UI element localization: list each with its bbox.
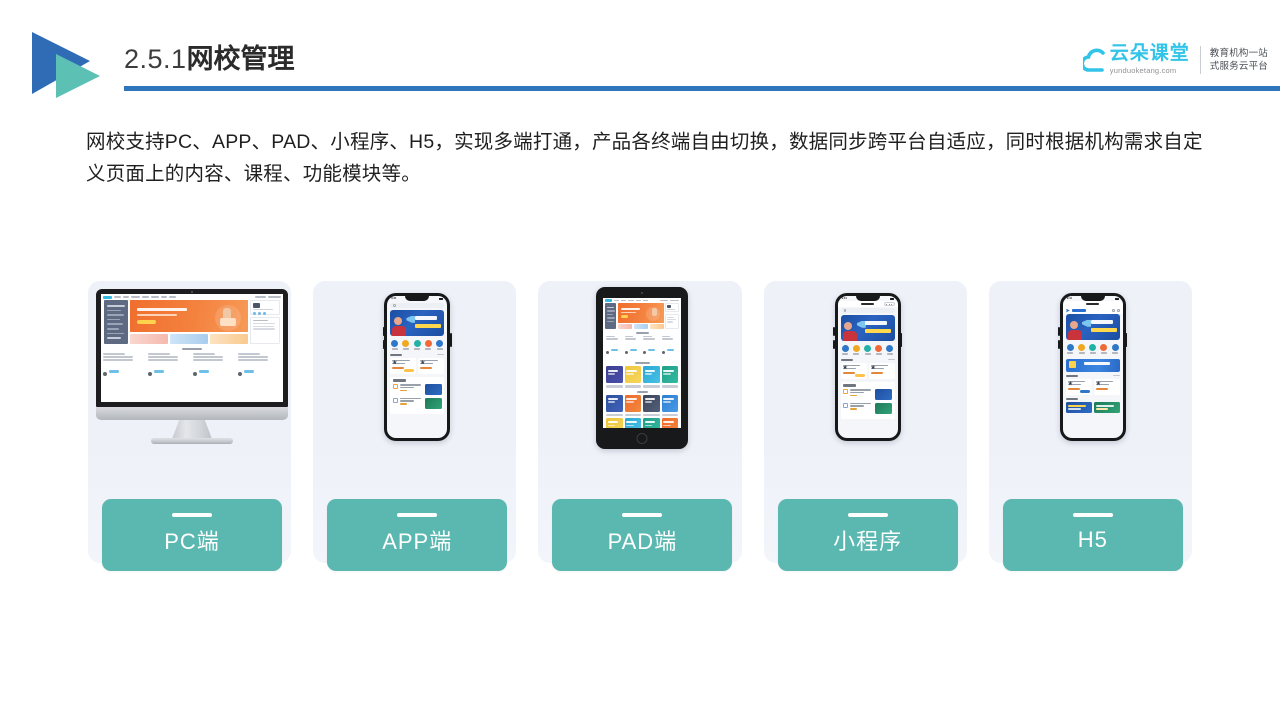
platform-card-pc[interactable]: PC端 (88, 281, 292, 571)
label-dash-icon (622, 513, 663, 517)
platform-label-text: PC端 (164, 529, 220, 554)
label-dash-icon (847, 513, 888, 517)
title-divider (124, 86, 1280, 91)
imac-monitor-icon (96, 289, 288, 447)
brand-tagline-line1: 教育机构一站 (1209, 48, 1268, 59)
brand-url: yunduoketang.com (1109, 66, 1177, 75)
platform-label-pc[interactable]: PC端 (102, 499, 282, 571)
brand-tagline: 教育机构一站 式服务云平台 (1210, 47, 1268, 73)
slide: 2.5.1网校管理 云朵课堂 yunduoketang.com 教育机构一站 式… (0, 0, 1280, 720)
brand-name: 云朵课堂 (1109, 43, 1190, 64)
device-stage: 9:41 (764, 281, 972, 471)
tablet-icon (596, 287, 689, 449)
label-dash-icon (172, 513, 212, 517)
section-title: 网校管理 (186, 44, 295, 74)
smartphone-h5-icon: 9:41 (1058, 293, 1128, 441)
smartphone-icon: 9:41 (382, 293, 452, 441)
platform-card-row: PC端 9:41 APP端 PAD端 9:41 小程序 9:41 H5 (88, 281, 1193, 571)
page-title: 2.5.1网校管理 (124, 46, 295, 73)
platform-label-text: PAD端 (607, 529, 678, 554)
brand-logo: 云朵课堂 yunduoketang.com 教育机构一站 式服务云平台 (1082, 38, 1268, 82)
platform-card-pad[interactable]: PAD端 (538, 281, 742, 571)
double-triangle-play-icon (28, 28, 106, 102)
brand-separator (1199, 46, 1201, 74)
device-stage (88, 281, 296, 471)
device-stage: 9:41 (989, 281, 1197, 471)
platform-label-text: H5 (1077, 527, 1108, 552)
platform-label-text: 小程序 (833, 529, 903, 554)
body-paragraph: 网校支持PC、APP、PAD、小程序、H5，实现多端打通，产品各终端自由切换，数… (86, 131, 1203, 185)
platform-label-app[interactable]: APP端 (327, 499, 508, 571)
device-stage (538, 281, 746, 471)
platform-card-miniprogram[interactable]: 9:41 小程序 (763, 281, 967, 571)
device-stage: 9:41 (313, 281, 521, 471)
platform-card-h5[interactable]: 9:41 H5 (988, 281, 1193, 571)
smartphone-miniprogram-icon: 9:41 (833, 293, 903, 441)
cloud-icon (1082, 48, 1105, 72)
brand-tagline-line2: 式服务云平台 (1209, 61, 1268, 72)
section-number: 2.5.1 (124, 44, 187, 74)
platform-label-text: APP端 (382, 529, 453, 554)
platform-label-miniprogram[interactable]: 小程序 (777, 499, 958, 571)
label-dash-icon (1072, 513, 1113, 517)
platform-label-pad[interactable]: PAD端 (552, 499, 733, 571)
platform-label-h5[interactable]: H5 (1002, 499, 1183, 571)
platform-card-app[interactable]: 9:41 APP端 (313, 281, 517, 571)
label-dash-icon (397, 513, 438, 517)
